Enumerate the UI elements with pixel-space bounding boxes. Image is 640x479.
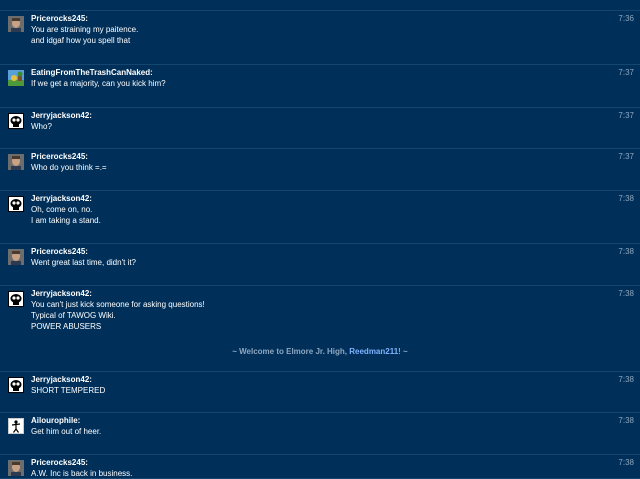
skull-avatar-icon[interactable] — [8, 291, 24, 307]
message-body: SHORT TEMPERED — [31, 385, 105, 396]
message-line: I am taking a stand. — [31, 216, 101, 225]
chat-message: Jerryjackson42: SHORT TEMPERED 7:38 — [0, 371, 640, 411]
message-line: SHORT TEMPERED — [31, 386, 106, 395]
message-body: Get him out of heer. — [31, 426, 101, 437]
message-timestamp: 7:38 — [618, 375, 634, 384]
message-username[interactable]: Jerryjackson42: — [31, 375, 92, 385]
chat-message: Jerryjackson42: Who? 7:37 — [0, 107, 640, 147]
chat-message: Jerryjackson42: You can't just kick some… — [0, 285, 640, 340]
cartoon-avatar-icon[interactable] — [8, 70, 24, 86]
message-body: You are straining my paitence. and idgaf… — [31, 24, 138, 46]
chat-message: Ailourophile: Get him out of heer. 7:38 — [0, 412, 640, 452]
photo-avatar-icon[interactable] — [8, 460, 24, 476]
message-line: If we get a majority, can you kick him? — [31, 79, 166, 88]
photo-avatar-icon[interactable] — [8, 16, 24, 32]
skull-avatar-icon[interactable] — [8, 196, 24, 212]
skull-avatar-icon[interactable] — [8, 113, 24, 129]
message-body: Oh, come on, no. I am taking a stand. — [31, 204, 101, 226]
message-timestamp: 7:37 — [618, 152, 634, 161]
chat-message: Pricerocks245: Went great last time, did… — [0, 243, 640, 283]
photo-avatar-icon[interactable] — [8, 154, 24, 170]
message-username[interactable]: Jerryjackson42: — [31, 289, 92, 299]
message-timestamp: 7:36 — [618, 14, 634, 23]
welcome-suffix: ! ~ — [398, 347, 408, 356]
chat-message: Pricerocks245: You are straining my pait… — [0, 10, 640, 58]
message-line: You can't just kick someone for asking q… — [31, 300, 205, 309]
message-line: You are straining my paitence. — [31, 25, 139, 34]
photo-avatar-icon[interactable] — [8, 249, 24, 265]
system-welcome-message: ~ Welcome to Elmore Jr. High, Reedman211… — [0, 347, 640, 357]
message-body: Went great last time, didn't it? — [31, 257, 136, 268]
message-body: Who do you think =.= — [31, 162, 107, 173]
message-timestamp: 7:38 — [618, 416, 634, 425]
message-timestamp: 7:38 — [618, 194, 634, 203]
chat-message: Pricerocks245: Who do you think =.= 7:37 — [0, 148, 640, 188]
welcome-username-link[interactable]: Reedman211 — [349, 347, 398, 356]
welcome-prefix: ~ Welcome to Elmore Jr. High, — [232, 347, 350, 356]
message-body: You can't just kick someone for asking q… — [31, 299, 205, 332]
chat-message: Pricerocks245: A.W. Inc is back in busin… — [0, 454, 640, 479]
message-username[interactable]: Pricerocks245: — [31, 152, 88, 162]
message-body: A.W. Inc is back in business. — [31, 468, 132, 479]
figure-avatar-icon[interactable] — [8, 418, 24, 434]
message-line: Typical of TAWOG Wiki. — [31, 311, 116, 320]
message-username[interactable]: EatingFromTheTrashCanNaked: — [31, 68, 153, 78]
message-username[interactable]: Ailourophile: — [31, 416, 80, 426]
message-timestamp: 7:38 — [618, 458, 634, 467]
chat-message: EatingFromTheTrashCanNaked: If we get a … — [0, 64, 640, 104]
message-line: Oh, come on, no. — [31, 205, 93, 214]
message-username[interactable]: Pricerocks245: — [31, 14, 88, 24]
message-line: A.W. Inc is back in business. — [31, 469, 133, 478]
message-timestamp: 7:38 — [618, 289, 634, 298]
message-body: Who? — [31, 121, 52, 132]
message-timestamp: 7:37 — [618, 68, 634, 77]
message-timestamp: 7:38 — [618, 247, 634, 256]
message-line: Who do you think =.= — [31, 163, 107, 172]
message-timestamp: 7:37 — [618, 111, 634, 120]
message-body: If we get a majority, can you kick him? — [31, 78, 166, 89]
skull-avatar-icon[interactable] — [8, 377, 24, 393]
message-username[interactable]: Jerryjackson42: — [31, 194, 92, 204]
message-username[interactable]: Pricerocks245: — [31, 247, 88, 257]
chat-log: Pricerocks245: You are straining my pait… — [0, 0, 640, 479]
message-line: Get him out of heer. — [31, 427, 102, 436]
chat-message: Jerryjackson42: Oh, come on, no. I am ta… — [0, 190, 640, 238]
message-line: and idgaf how you spell that — [31, 36, 131, 45]
message-line: POWER ABUSERS — [31, 322, 102, 331]
message-username[interactable]: Pricerocks245: — [31, 458, 88, 468]
message-line: Who? — [31, 122, 52, 131]
message-line: Went great last time, didn't it? — [31, 258, 136, 267]
message-username[interactable]: Jerryjackson42: — [31, 111, 92, 121]
